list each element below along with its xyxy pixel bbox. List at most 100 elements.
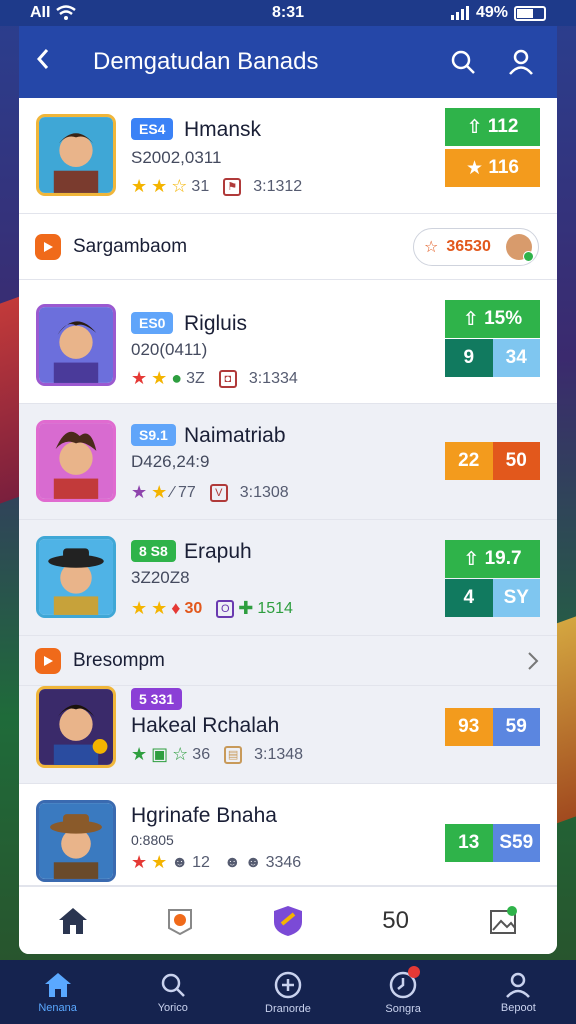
count-value: 3:1334	[248, 369, 298, 387]
play-icon	[35, 647, 61, 674]
player-meta: ★ ★ ● 3Z ◘ 3:1334	[131, 368, 298, 389]
list-item[interactable]: 8 S8 Erapuh 3Z20Z8 ★ ★ ♦ 30 O ✚ 1514 ⇧ 19.…	[19, 520, 557, 636]
player-avatar	[36, 686, 116, 768]
avatar-mini-icon: ☻	[244, 853, 262, 871]
score-right[interactable]: 59	[492, 708, 540, 746]
battery-icon	[514, 5, 546, 21]
score-left[interactable]: 13	[445, 824, 493, 862]
score-top[interactable]: ⇧ 19.7	[445, 540, 540, 578]
section-header[interactable]: Sargambaom ☆ 36530	[19, 214, 557, 280]
tab-profile[interactable]: Bepoot	[473, 971, 563, 1014]
rating-value: 30	[184, 599, 203, 617]
star-icon: ★	[131, 852, 148, 872]
home-button[interactable]	[51, 899, 95, 943]
star-icon: ★	[151, 852, 168, 872]
player-meta: ★ ★ ∕ 77 V 3:1308	[131, 482, 289, 503]
score-stack: ⇧ 112 ★ 116	[445, 108, 540, 187]
rank-badge: ES4	[131, 118, 174, 140]
score-stack: 93 59	[445, 708, 540, 746]
player-meta: ★ ▣ ☆ 36 ▤ 3:1348	[131, 744, 303, 765]
tab-home[interactable]: Nenana	[13, 971, 103, 1014]
tab-label: Nenana	[38, 1001, 77, 1014]
player-name: Naimatriab	[184, 424, 286, 447]
badge-button[interactable]	[158, 899, 202, 943]
tab-label: Yorico	[157, 1001, 188, 1014]
section-label: Bresompm	[73, 649, 165, 671]
plus-circle-icon	[274, 971, 302, 998]
status-bar: AII 8:31 49%	[0, 0, 576, 26]
clock-time: 8:31	[271, 4, 305, 21]
rating-value: 31	[191, 177, 210, 195]
player-id: 3Z20Z8	[131, 568, 190, 587]
player-name: Rigluis	[184, 312, 248, 335]
score-top[interactable]: ⇧ 112	[445, 108, 540, 146]
count-button[interactable]: 50	[374, 899, 418, 943]
rating-value: 3Z	[186, 369, 205, 387]
bottom-tab-bar: Nenana Yorico Dranorde Songra Bepoot	[0, 960, 576, 1024]
score-top[interactable]: ⇧ 15%	[445, 300, 540, 338]
star-icon: ★	[131, 744, 148, 764]
count-value: 3:1348	[254, 745, 304, 763]
search-button[interactable]	[443, 49, 483, 75]
profile-button[interactable]	[501, 49, 541, 75]
user-icon	[506, 972, 531, 998]
section-label: Sargambaom	[73, 235, 188, 257]
tab-label: Bepoot	[500, 1001, 536, 1014]
shield-icon	[273, 905, 302, 936]
clover-icon: ✚	[238, 598, 254, 618]
player-avatar	[36, 800, 116, 882]
score-right[interactable]: S59	[492, 824, 540, 862]
section-header[interactable]: Bresompm	[19, 636, 557, 686]
arrow-up-icon: ⇧	[466, 116, 488, 138]
score-right[interactable]: 34	[492, 339, 540, 377]
star-icon: ★	[151, 176, 168, 196]
points-chip[interactable]: ☆ 36530	[413, 227, 539, 266]
star-icon: ★	[151, 368, 168, 388]
score-right[interactable]: SY	[492, 579, 540, 617]
list-item[interactable]: ES4 Hmansk S2002,0311 ★ ★ ☆ 31 ⚑ 3:1312 ⇧ …	[19, 98, 557, 214]
flag-icon: ▣	[151, 744, 169, 764]
tab-search[interactable]: Yorico	[128, 971, 218, 1014]
avatar	[506, 233, 534, 262]
score-left[interactable]: 93	[445, 708, 493, 746]
player-meta: ★ ★ ☻ 12 ☻ ☻ 3346	[131, 852, 301, 873]
player-meta: ★ ★ ♦ 30 O ✚ 1514	[131, 598, 293, 619]
score-bottom[interactable]: ★ 116	[445, 149, 540, 187]
player-id: 020(0411)	[131, 340, 208, 359]
tab-label: Songra	[385, 1002, 421, 1015]
tab-activity[interactable]: Songra	[358, 965, 448, 1015]
shield-icon: ◘	[218, 369, 237, 388]
home-icon	[44, 972, 71, 997]
score-left[interactable]: 22	[445, 442, 493, 480]
list-item[interactable]: 5 331 Hakeal Rchalah ★ ▣ ☆ 36 ▤ 3:1348 93 …	[19, 686, 557, 784]
player-name: Hmansk	[184, 118, 262, 141]
rating-value: 36	[192, 745, 211, 763]
star-icon: ★	[151, 598, 168, 618]
score-left[interactable]: 4	[445, 579, 493, 617]
arrow-up-icon: ⇧	[462, 308, 485, 330]
score-right[interactable]: 50	[492, 442, 540, 480]
chevron-right-icon[interactable]	[527, 651, 539, 671]
badge-icon	[168, 908, 193, 935]
panel-toolbar: 50	[19, 886, 557, 954]
battery-percent: 49%	[475, 4, 508, 21]
score-left[interactable]: 9	[445, 339, 493, 377]
v-icon: V	[209, 483, 228, 502]
count-value: 1514	[257, 599, 293, 617]
list-item[interactable]: ES0 Rigluis 020(0411) ★ ★ ● 3Z ◘ 3:1334 ⇧ …	[19, 280, 557, 404]
player-avatar	[36, 420, 116, 502]
shield-button[interactable]	[266, 899, 310, 943]
wifi-icon	[56, 5, 77, 20]
gallery-button[interactable]	[481, 899, 525, 943]
list-item[interactable]: Hgrinafe Bnaha 0:8805 ★ ★ ☻ 12 ☻ ☻ 3346 13 …	[19, 784, 557, 886]
star-icon: ★	[131, 368, 148, 388]
avatar-mini-icon: ☻	[223, 853, 241, 871]
leaderboard-panel: Demgatudan Banads ES4 Hmansk S2002,0311 …	[19, 26, 557, 954]
gem-icon: ♦	[171, 598, 181, 618]
back-button[interactable]	[35, 45, 71, 79]
player-id: D426,24:9	[131, 452, 210, 471]
list-item[interactable]: S9.1 Naimatriab D426,24:9 ★ ★ ∕ 77 V 3:130…	[19, 404, 557, 520]
rating-value: 12	[192, 853, 210, 871]
tab-create[interactable]: Dranorde	[243, 970, 333, 1015]
rank-badge: S9.1	[131, 424, 176, 446]
